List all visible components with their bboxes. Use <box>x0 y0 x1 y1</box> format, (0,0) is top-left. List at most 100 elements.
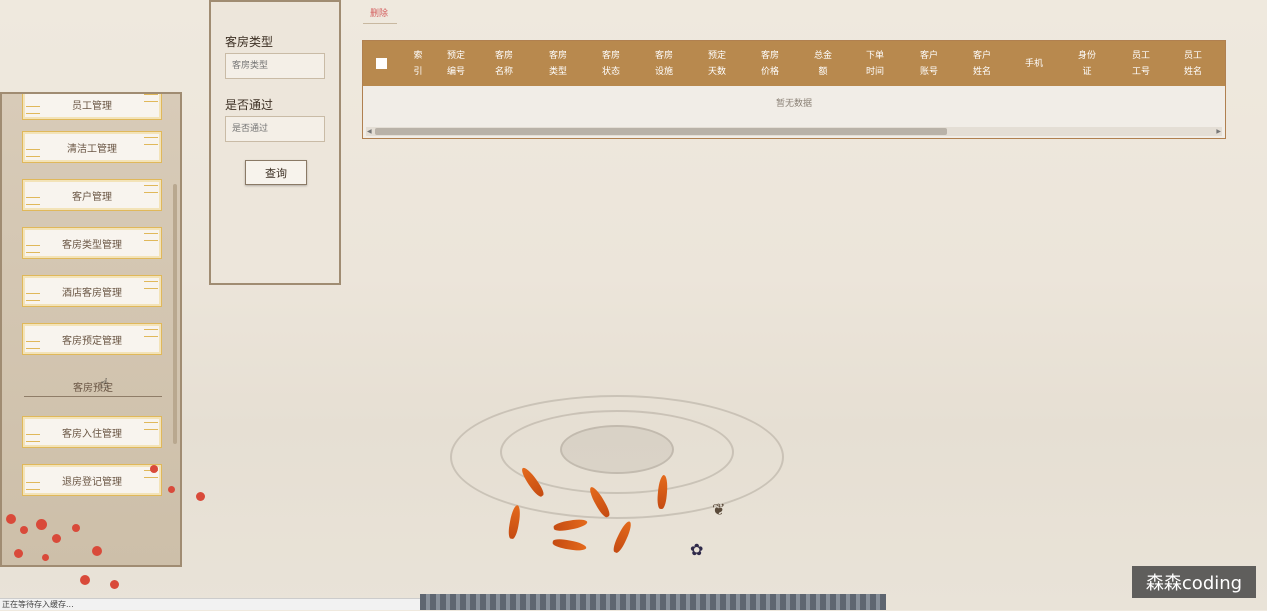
column-header: 客户 姓名 <box>960 48 1004 80</box>
sidebar-item-customers[interactable]: 客户管理 <box>22 179 162 211</box>
sidebar-item-label: 客房入住管理 <box>62 428 122 440</box>
sidebar-item-room-types[interactable]: 客房类型管理 <box>22 227 162 259</box>
arrow-right-icon[interactable]: ▶ <box>1216 128 1221 135</box>
column-header-text: 客户 <box>919 51 938 61</box>
browser-status-bar: 正在等待存入缓存... <box>0 598 420 610</box>
column-header-text: 手机 <box>1024 59 1043 69</box>
column-header-text: 身份 <box>1077 51 1096 61</box>
ornament-icon <box>144 329 158 337</box>
ornament-icon <box>144 137 158 145</box>
column-header: 手机 <box>1012 56 1056 72</box>
select-all-checkbox[interactable] <box>376 58 387 69</box>
room-type-label: 客房类型 <box>225 35 274 49</box>
ornament-icon <box>26 341 40 349</box>
column-header: 下单 时间 <box>853 48 897 80</box>
sidebar-item-check-in[interactable]: 客房入住管理 <box>22 416 162 448</box>
column-header: 员工 工号 <box>1119 48 1163 80</box>
sidebar-item-label: 客房预定管理 <box>62 335 122 347</box>
column-header-text: 总金 <box>813 51 832 61</box>
column-header-text: 类型 <box>548 67 567 77</box>
column-header-text: 天数 <box>707 67 726 77</box>
reservation-table: 索引预定 编号 客房 名称 客房 类型 客房 状态 客房 设施 预定 天数 客房 价格 总金额下单 时间 客户账… <box>362 40 1226 139</box>
delete-button[interactable]: 删除 <box>370 6 388 19</box>
column-header-text: 时间 <box>865 67 884 77</box>
room-type-input[interactable] <box>225 53 325 79</box>
sidebar-scrollbar[interactable] <box>173 184 177 444</box>
column-header: 身份证 <box>1065 48 1109 80</box>
column-header: 客房 名称 <box>482 48 526 80</box>
divider <box>24 396 162 397</box>
approved-input[interactable] <box>225 116 325 142</box>
column-header-text: 客房 <box>654 51 673 61</box>
hand-cursor-icon: ☝ <box>100 376 109 392</box>
ornament-icon <box>144 422 158 430</box>
column-header: 预定 编号 <box>434 48 478 80</box>
sidebar-item-room-reservations[interactable]: 客房预定管理 <box>22 323 162 355</box>
column-header: 客房 类型 <box>536 48 580 80</box>
sidebar-item-label: 清洁工管理 <box>67 143 117 155</box>
ornament-icon <box>144 94 158 102</box>
ornament-icon <box>144 281 158 289</box>
sidebar: 员工管理 清洁工管理 客户管理 客房类型管理 酒店客房管理 客房预定管理 客房预… <box>0 92 182 567</box>
column-header-text: 额 <box>818 67 828 77</box>
ornament-icon <box>26 293 40 301</box>
column-header-text: 设施 <box>654 67 673 77</box>
ornament-icon <box>26 106 40 114</box>
ornament-icon <box>26 245 40 253</box>
table-header: 索引预定 编号 客房 名称 客房 类型 客房 状态 客房 设施 预定 天数 客房 价格 总金额下单 时间 客户账… <box>363 41 1225 86</box>
sidebar-item-label: 客房类型管理 <box>62 239 122 251</box>
ornament-icon <box>144 185 158 193</box>
column-header-text: 账号 <box>919 67 938 77</box>
ornament-icon <box>26 197 40 205</box>
column-header: 客户 账号 <box>907 48 951 80</box>
column-header-text: 状态 <box>601 67 620 77</box>
ornament-icon <box>144 233 158 241</box>
scrollbar-thumb[interactable] <box>375 128 947 135</box>
column-header-text: 客房 <box>760 51 779 61</box>
column-header-text: 名称 <box>494 67 513 77</box>
arrow-left-icon[interactable]: ◀ <box>367 128 372 135</box>
orchid-icon: ✿ <box>690 540 704 559</box>
column-header: 预定 天数 <box>695 48 739 80</box>
column-header-text: 姓名 <box>972 67 991 77</box>
column-header: 客房 设施 <box>642 48 686 80</box>
column-header-text: 编号 <box>446 67 465 77</box>
horizontal-scrollbar[interactable]: ◀ ▶ <box>366 127 1222 136</box>
sidebar-item-staff[interactable]: 员工管理 <box>22 94 162 120</box>
column-header-text: 客户 <box>972 51 991 61</box>
ornament-icon <box>26 434 40 442</box>
column-header-text: 预定 <box>446 51 465 61</box>
query-button[interactable]: 查询 <box>245 160 307 185</box>
divider <box>363 23 397 24</box>
sidebar-item-label: 员工管理 <box>72 100 112 112</box>
column-header-text: 客房 <box>601 51 620 61</box>
column-header: 总金额 <box>801 48 845 80</box>
ornament-icon <box>26 149 40 157</box>
column-header: 客房 状态 <box>589 48 633 80</box>
watermark: 森森coding <box>1132 566 1256 598</box>
sidebar-item-reservation[interactable]: 客房预定 <box>24 379 162 394</box>
column-header-text: 员工 <box>1131 51 1150 61</box>
column-header-text: 下单 <box>865 51 884 61</box>
column-header: 客房 价格 <box>748 48 792 80</box>
sidebar-item-hotel-rooms[interactable]: 酒店客房管理 <box>22 275 162 307</box>
column-header-text: 客房 <box>494 51 513 61</box>
butterfly-icon: ❦ <box>712 500 726 519</box>
sidebar-item-cleaners[interactable]: 清洁工管理 <box>22 131 162 163</box>
column-header-text: 证 <box>1082 67 1092 77</box>
column-header-text: 预定 <box>707 51 726 61</box>
column-header-text: 姓名 <box>1183 67 1202 77</box>
column-header-text: 员工 <box>1183 51 1202 61</box>
column-header-text: 客房 <box>548 51 567 61</box>
sidebar-item-label: 客户管理 <box>72 191 112 203</box>
column-header-text: 价格 <box>760 67 779 77</box>
sidebar-item-check-out[interactable]: 退房登记管理 <box>22 464 162 496</box>
sidebar-item-label: 退房登记管理 <box>62 476 122 488</box>
search-panel: 客房类型 是否通过 查询 <box>209 0 341 285</box>
column-header: 员工 姓名 <box>1171 48 1215 80</box>
ornament-icon <box>26 482 40 490</box>
taskbar-strip <box>420 594 886 610</box>
approved-label: 是否通过 <box>225 98 274 112</box>
empty-state: 暂无数据 <box>775 99 812 109</box>
sidebar-item-label: 酒店客房管理 <box>62 287 122 299</box>
